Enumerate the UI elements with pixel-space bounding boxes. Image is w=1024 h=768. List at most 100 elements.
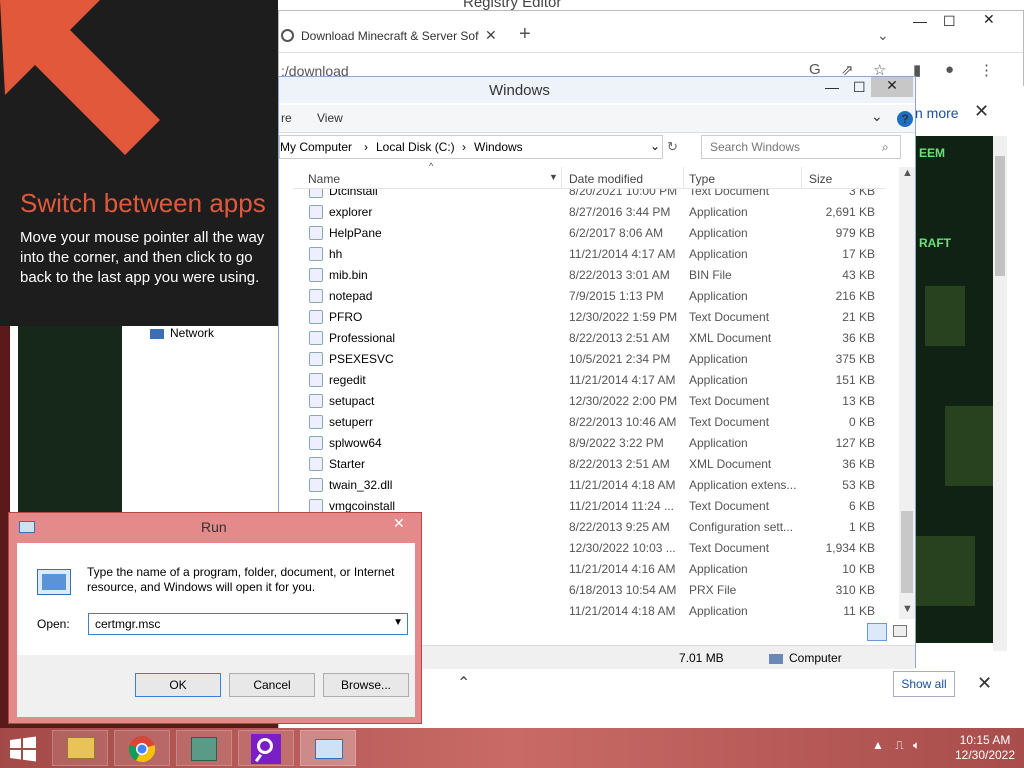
breadcrumb[interactable]: My Computer › Local Disk (C:) › Windows … xyxy=(279,135,663,159)
network-tool-taskbar-button[interactable] xyxy=(176,730,232,766)
file-type: Text Document xyxy=(689,541,770,555)
file-type: XML Document xyxy=(689,457,772,471)
dismiss-icon[interactable]: ✕ xyxy=(974,101,989,122)
file-date: 6/2/2017 8:06 AM xyxy=(569,226,664,240)
maximize-button[interactable]: ☐ xyxy=(853,79,866,96)
network-tray-icon[interactable]: ⎍ xyxy=(895,738,903,752)
explorer-scrollbar[interactable]: ▲ ▼ xyxy=(899,167,915,619)
file-row[interactable]: PFRO 12/30/2022 1:59 PM Text Document 21 KB xyxy=(293,307,885,328)
file-size: 53 KB xyxy=(842,478,875,492)
file-row[interactable]: explorer 8/27/2016 3:44 PM Application 2,69… xyxy=(293,202,885,223)
close-downloads-icon[interactable]: ✕ xyxy=(977,673,992,694)
banner-block xyxy=(915,536,975,606)
open-label: Open: xyxy=(37,617,70,631)
close-icon[interactable]: ✕ xyxy=(393,515,405,532)
nav-item-network[interactable]: Network xyxy=(150,326,214,340)
column-date[interactable]: Date modified xyxy=(569,172,643,186)
volume-icon[interactable]: 🔈︎ xyxy=(913,738,920,752)
scroll-down-icon[interactable]: ▼ xyxy=(902,603,913,615)
profile-icon[interactable]: ● xyxy=(945,61,954,78)
minimize-button[interactable]: — xyxy=(913,13,927,29)
file-icon xyxy=(309,268,323,282)
show-hidden-icons-icon[interactable]: ▲ xyxy=(872,738,884,752)
help-icon[interactable]: ? xyxy=(897,111,913,127)
breadcrumb-item[interactable]: My Computer xyxy=(280,140,352,154)
arrow-icon xyxy=(0,0,160,155)
file-row[interactable]: mib.bin 8/22/2013 3:01 AM BIN File 43 KB xyxy=(293,265,885,286)
chrome-tab[interactable]: Download Minecraft & Server Software ✕ xyxy=(279,21,503,53)
status-location-label: Computer xyxy=(789,651,842,665)
file-name: Dtcinstall xyxy=(329,189,378,198)
chrome-scrollbar[interactable] xyxy=(993,136,1007,651)
file-row[interactable]: Professional 8/22/2013 2:51 AM XML Documen… xyxy=(293,328,885,349)
scroll-thumb[interactable] xyxy=(995,156,1005,276)
chevron-down-icon[interactable]: ⌄ xyxy=(650,139,660,153)
run-taskbar-button[interactable] xyxy=(300,730,356,766)
clock[interactable]: 10:15 AM 12/30/2022 xyxy=(950,733,1020,763)
tab-title: Download Minecraft & Server Software xyxy=(301,29,479,43)
column-divider[interactable] xyxy=(561,167,562,189)
tip-heading: Switch between apps xyxy=(20,188,266,218)
chevron-right-icon[interactable]: › xyxy=(364,140,368,154)
chevron-right-icon[interactable]: › xyxy=(462,140,466,154)
file-row[interactable]: setuperr 8/22/2013 10:46 AM Text Document 0… xyxy=(293,412,885,433)
scroll-thumb[interactable] xyxy=(901,511,913,593)
file-size: 36 KB xyxy=(842,331,875,345)
file-row[interactable]: regedit 11/21/2014 4:17 AM Application 151 … xyxy=(293,370,885,391)
browse-button[interactable]: Browse... xyxy=(323,673,409,697)
column-divider[interactable] xyxy=(683,167,684,189)
close-window-button[interactable]: ✕ xyxy=(983,11,995,28)
details-view-icon[interactable] xyxy=(867,623,887,641)
column-type[interactable]: Type xyxy=(689,172,715,186)
file-type: Application xyxy=(689,205,748,219)
large-icons-view-icon[interactable] xyxy=(893,625,907,637)
learn-more-link[interactable]: n more xyxy=(915,105,959,121)
file-row[interactable]: notepad 7/9/2015 1:13 PM Application 216 KB xyxy=(293,286,885,307)
tab-search-chevron-icon[interactable]: ⌄ xyxy=(877,27,889,44)
menu-item[interactable]: re xyxy=(281,111,292,125)
search-tool-taskbar-button[interactable] xyxy=(238,730,294,766)
chrome-taskbar-button[interactable] xyxy=(114,730,170,766)
file-size: 43 KB xyxy=(842,268,875,282)
column-name[interactable]: Name xyxy=(308,172,340,186)
file-row[interactable]: HelpPane 6/2/2017 8:06 AM Application 979 K… xyxy=(293,223,885,244)
breadcrumb-item[interactable]: Windows xyxy=(474,140,523,154)
new-tab-button[interactable]: + xyxy=(519,23,531,46)
scroll-up-icon[interactable]: ▲ xyxy=(902,167,913,179)
run-command-input[interactable]: certmgr.msc ▼ xyxy=(88,613,408,635)
windows-start-icon[interactable] xyxy=(8,736,38,762)
file-date: 12/30/2022 1:59 PM xyxy=(569,310,678,324)
column-divider[interactable] xyxy=(801,167,802,189)
ok-button[interactable]: OK xyxy=(135,673,221,697)
minimize-button[interactable]: — xyxy=(825,79,839,95)
search-input[interactable]: Search Windows ⌕ xyxy=(701,135,901,159)
file-row[interactable]: hh 11/21/2014 4:17 AM Application 17 KB xyxy=(293,244,885,265)
close-window-button[interactable]: ✕ xyxy=(871,77,913,97)
menu-kebab-icon[interactable]: ⋮ xyxy=(979,61,994,79)
chevron-down-icon[interactable]: ▼ xyxy=(393,617,403,628)
chevron-up-icon[interactable]: ⌃ xyxy=(457,673,470,693)
file-row[interactable]: splwow64 8/9/2022 3:22 PM Application 127 K… xyxy=(293,433,885,454)
chevron-down-icon[interactable]: ▼ xyxy=(549,172,558,182)
close-tab-icon[interactable]: ✕ xyxy=(485,27,497,44)
show-all-button[interactable]: Show all xyxy=(893,671,955,697)
column-size[interactable]: Size xyxy=(809,172,832,186)
file-row[interactable]: Starter 8/22/2013 2:51 AM XML Document 36 K… xyxy=(293,454,885,475)
breadcrumb-item[interactable]: Local Disk (C:) xyxy=(376,140,455,154)
chevron-down-icon[interactable]: ⌄ xyxy=(871,108,883,125)
menu-item-view[interactable]: View xyxy=(317,111,343,125)
file-type: Application extens... xyxy=(689,478,797,492)
file-date: 11/21/2014 4:18 AM xyxy=(569,478,676,492)
refresh-icon[interactable]: ↻ xyxy=(667,139,678,155)
file-type: Application xyxy=(689,352,748,366)
cancel-button[interactable]: Cancel xyxy=(229,673,315,697)
file-row[interactable]: setupact 12/30/2022 2:00 PM Text Document 1… xyxy=(293,391,885,412)
file-row[interactable]: PSEXESVC 10/5/2021 2:34 PM Application 375 … xyxy=(293,349,885,370)
file-row[interactable]: twain_32.dll 11/21/2014 4:18 AM Applicatio… xyxy=(293,475,885,496)
file-size: 21 KB xyxy=(842,310,875,324)
maximize-button[interactable]: ☐ xyxy=(943,13,956,30)
file-explorer-taskbar-button[interactable] xyxy=(52,730,108,766)
file-row[interactable]: Dtcinstall 8/20/2021 10:00 PM Text Documen… xyxy=(293,189,885,202)
search-icon[interactable]: ⌕ xyxy=(882,140,889,155)
file-icon xyxy=(309,415,323,429)
